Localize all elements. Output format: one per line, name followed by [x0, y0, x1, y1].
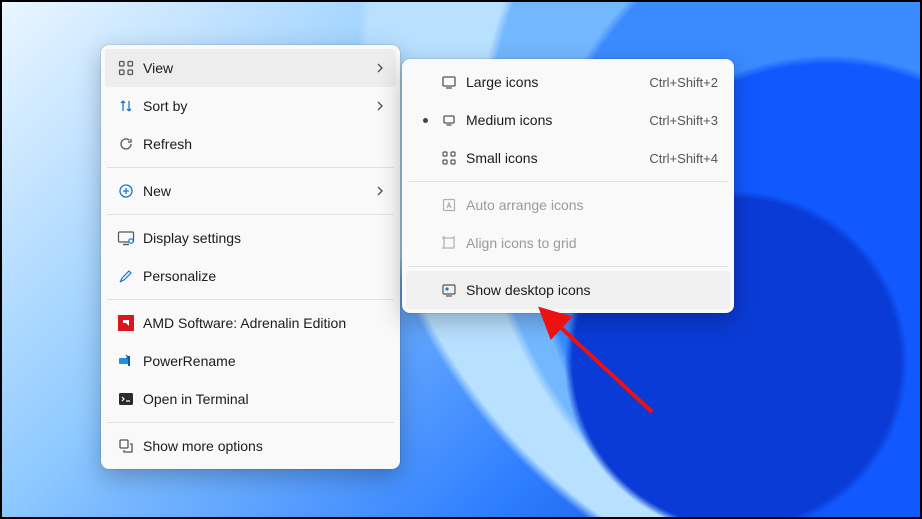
separator [107, 167, 394, 168]
menu-item-label: Personalize [139, 268, 384, 284]
menu-item-small-icons[interactable]: Small icons Ctrl+Shift+4 [406, 139, 730, 177]
menu-item-open-in-terminal[interactable]: Open in Terminal [105, 380, 396, 418]
menu-item-show-desktop-icons[interactable]: Show desktop icons [406, 271, 730, 309]
menu-item-personalize[interactable]: Personalize [105, 257, 396, 295]
personalize-icon [113, 268, 139, 284]
align-grid-icon [436, 235, 462, 251]
menu-item-label: Sort by [139, 98, 376, 114]
menu-item-large-icons[interactable]: Large icons Ctrl+Shift+2 [406, 63, 730, 101]
menu-item-label: New [139, 183, 376, 199]
context-menu-view-submenu: Large icons Ctrl+Shift+2 Medium icons Ct… [402, 59, 734, 313]
menu-item-label: Open in Terminal [139, 391, 384, 407]
refresh-icon [113, 136, 139, 152]
amd-icon [113, 315, 139, 331]
context-menu-main: View Sort by Refresh [101, 45, 400, 469]
radio-indicator [414, 118, 436, 123]
medium-icons-icon [436, 112, 462, 128]
menu-item-show-more-options[interactable]: Show more options [105, 427, 396, 465]
menu-item-label: Large icons [462, 74, 649, 90]
separator [107, 299, 394, 300]
show-more-icon [113, 438, 139, 454]
auto-arrange-icon [436, 197, 462, 213]
menu-item-medium-icons[interactable]: Medium icons Ctrl+Shift+3 [406, 101, 730, 139]
menu-item-label: View [139, 60, 376, 76]
view-icon [113, 60, 139, 76]
large-icons-icon [436, 74, 462, 90]
powerrename-icon [113, 353, 139, 369]
chevron-right-icon [376, 186, 384, 196]
menu-item-auto-arrange[interactable]: Auto arrange icons [406, 186, 730, 224]
menu-item-label: Align icons to grid [462, 235, 718, 251]
small-icons-icon [436, 150, 462, 166]
shortcut-text: Ctrl+Shift+4 [649, 151, 718, 166]
separator [107, 422, 394, 423]
menu-item-display-settings[interactable]: Display settings [105, 219, 396, 257]
menu-item-label: Auto arrange icons [462, 197, 718, 213]
menu-item-align-to-grid[interactable]: Align icons to grid [406, 224, 730, 262]
terminal-icon [113, 391, 139, 407]
menu-item-label: Small icons [462, 150, 649, 166]
chevron-right-icon [376, 63, 384, 73]
menu-item-refresh[interactable]: Refresh [105, 125, 396, 163]
sort-icon [113, 98, 139, 114]
new-icon [113, 183, 139, 199]
separator [408, 266, 728, 267]
menu-item-label: Refresh [139, 136, 384, 152]
menu-item-label: Display settings [139, 230, 384, 246]
menu-item-amd-software[interactable]: AMD Software: Adrenalin Edition [105, 304, 396, 342]
menu-item-label: Medium icons [462, 112, 649, 128]
menu-item-new[interactable]: New [105, 172, 396, 210]
menu-item-view[interactable]: View [105, 49, 396, 87]
separator [408, 181, 728, 182]
display-settings-icon [113, 230, 139, 246]
shortcut-text: Ctrl+Shift+2 [649, 75, 718, 90]
menu-item-sort-by[interactable]: Sort by [105, 87, 396, 125]
chevron-right-icon [376, 101, 384, 111]
separator [107, 214, 394, 215]
menu-item-label: Show desktop icons [462, 282, 718, 298]
menu-item-powerrename[interactable]: PowerRename [105, 342, 396, 380]
menu-item-label: PowerRename [139, 353, 384, 369]
menu-item-label: AMD Software: Adrenalin Edition [139, 315, 384, 331]
show-desktop-icons-icon [436, 282, 462, 298]
shortcut-text: Ctrl+Shift+3 [649, 113, 718, 128]
menu-item-label: Show more options [139, 438, 384, 454]
